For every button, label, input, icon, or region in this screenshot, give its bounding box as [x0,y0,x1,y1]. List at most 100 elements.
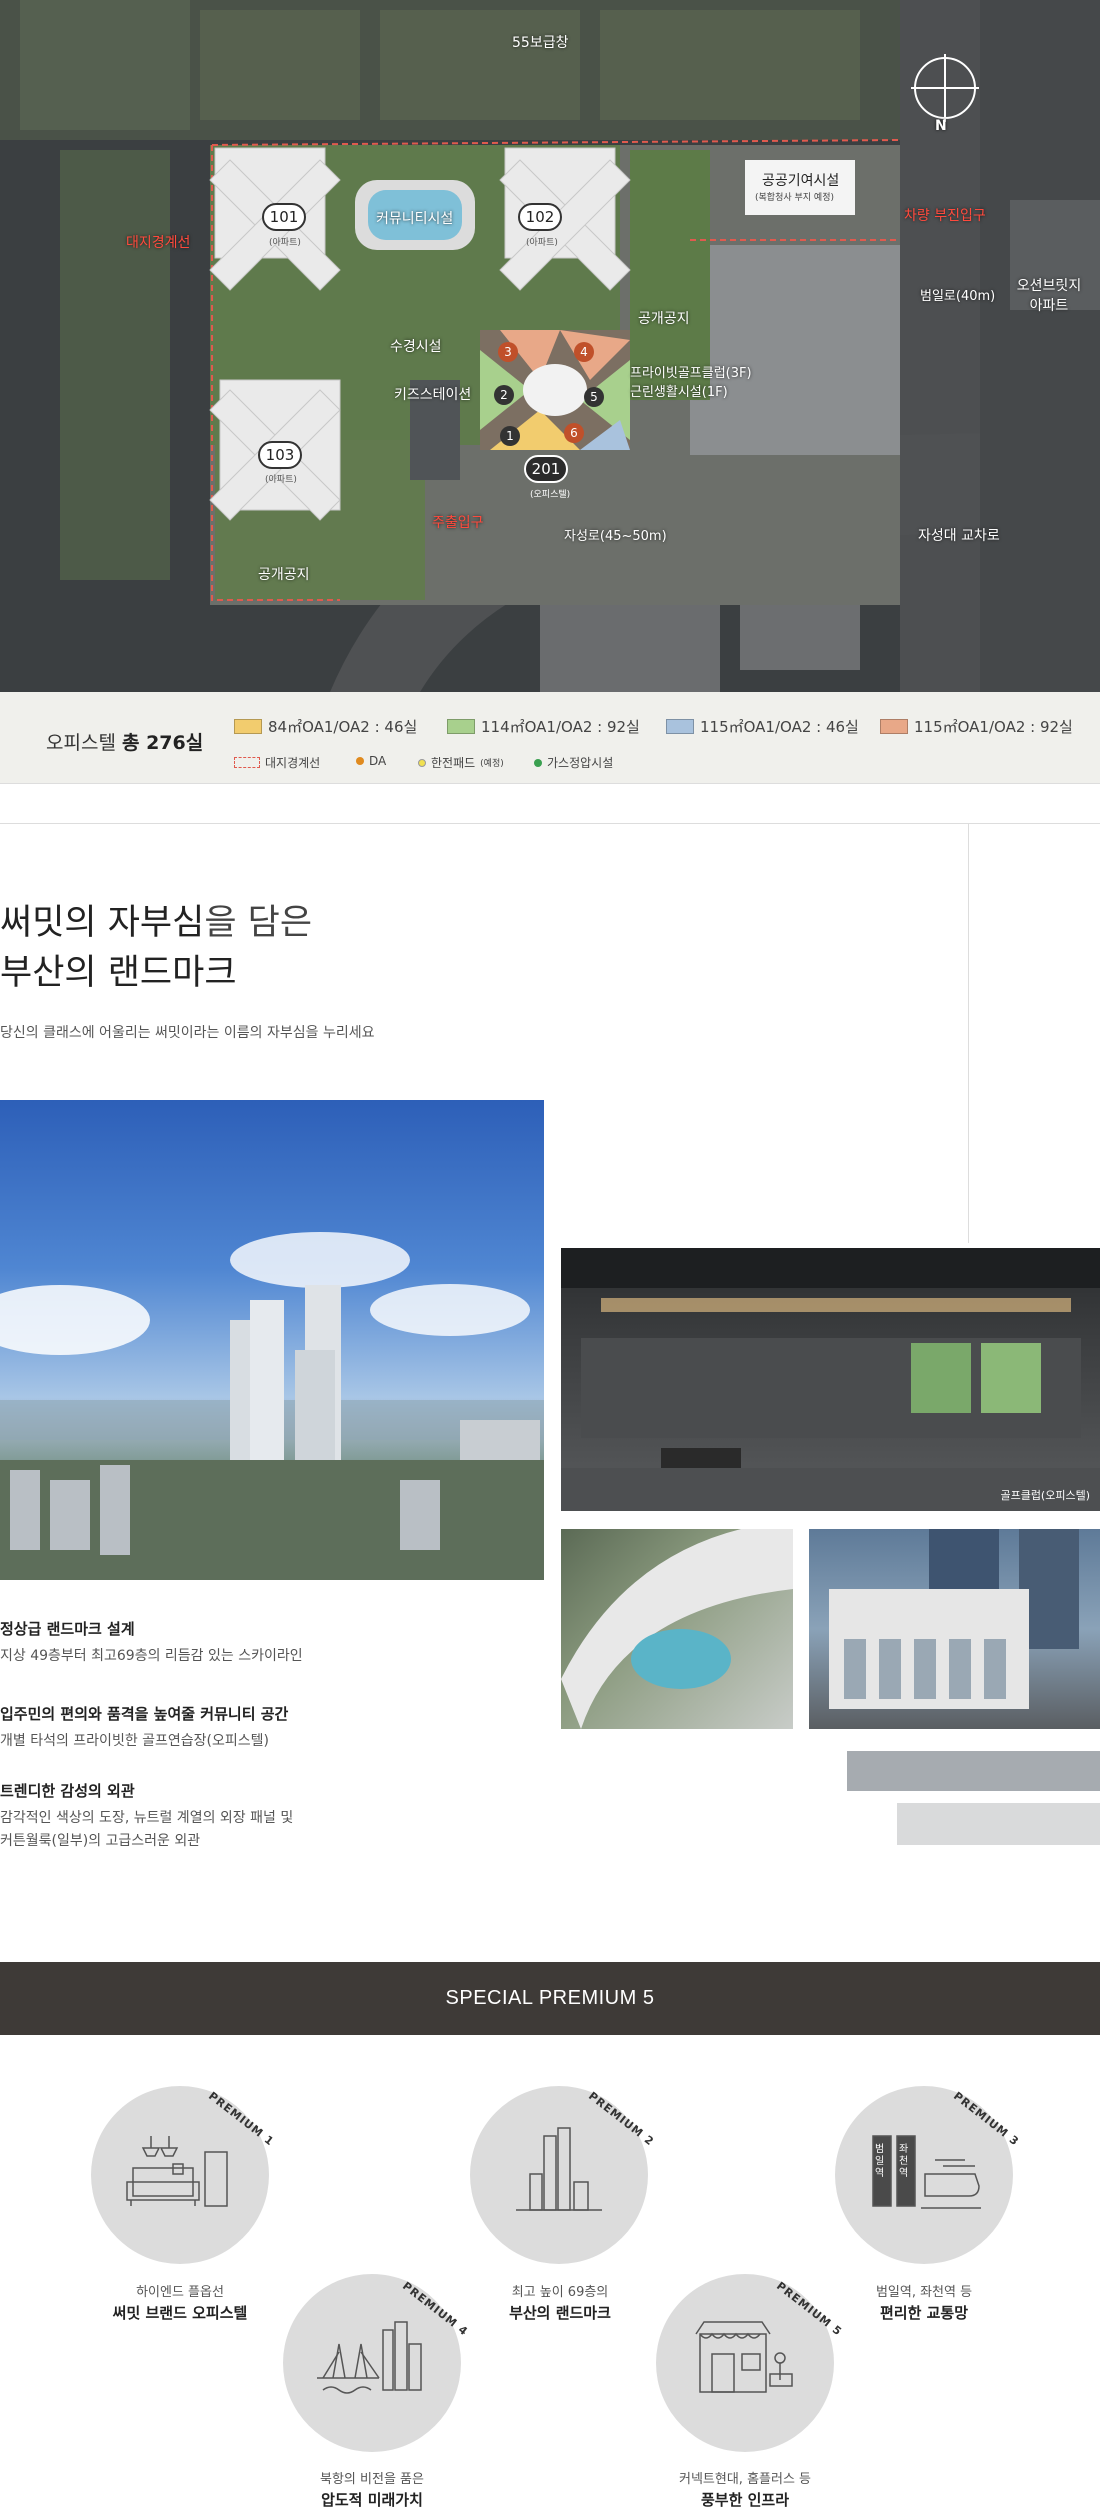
legend-da: DA [356,754,386,768]
community-label: 커뮤니티시설 [376,211,454,227]
public-facility-sub: (복합청사 부지 예정) [755,193,834,203]
officetel-total-prefix: 오피스텔 [46,732,116,754]
premium-5-line1: 커넥트현대, 홈플러스 등 [679,2472,811,2487]
golf-club-drawing [561,1248,1100,1511]
feature-3-desc-2: 커튼월룩(일부)의 고급스러운 외관 [0,1833,201,1849]
courtyard-pool-image [561,1529,793,1729]
headline-rest: 을 담은 [204,903,313,943]
legend-type-label: 115㎡OA1/OA2 : 92실 [914,718,1073,736]
swatch-orange [880,719,908,734]
unit-number-5: 5 [584,387,604,407]
reserve-label: 55보급창 [512,35,569,51]
legend-mark-label: 한전패드 [431,756,476,770]
feature-2-title: 입주민의 편의와 품격을 높여줄 커뮤니티 공간 [0,1705,289,1723]
feature-2-desc: 개별 타석의 프라이빗한 골프연습장(오피스텔) [0,1733,269,1749]
feature-1-desc: 지상 49층부터 최고69층의 리듬감 있는 스카이라인 [0,1648,303,1664]
site-plan-legend: 오피스텔 총 276실 84㎡OA1/OA2 : 46실 114㎡OA1/OA2… [0,692,1100,784]
kids-station-label: 키즈스테이션 [394,387,472,403]
feature-3-desc-1: 감각적인 색상의 도장, 뉴트럴 계열의 외장 패널 및 [0,1810,294,1826]
apartment-label: 오션브릿지 아파트 [1016,278,1082,314]
decor-bar-light [897,1803,1100,1845]
landmark-render-image [0,1100,544,1580]
premium-3-line2: 편리한 교통망 [879,2304,969,2322]
public-facility-label: 공공기여시설 [762,173,840,189]
vehicle-entrance-label: 차량 부진입구 [904,208,986,224]
intersection-label: 자성대 교차로 [918,528,1000,544]
swatch-green [447,719,475,734]
exterior-image [809,1529,1100,1729]
legend-type-84: 84㎡OA1/OA2 : 46실 [234,716,417,737]
golf-club-caption: 골프클럽(오피스텔) [1000,1489,1090,1502]
building-102-label: 102 [518,203,562,231]
building-201-label: 201 [524,455,568,483]
officetel-total-count: 총 276실 [121,732,204,754]
waterscape-label: 수경시설 [390,339,442,355]
swatch-blue [666,719,694,734]
courtyard-pool-drawing [561,1529,793,1729]
legend-type-115-a: 115㎡OA1/OA2 : 46실 [666,716,859,737]
building-103-sub: (아파트) [265,475,297,485]
feature-3-title: 트렌디한 감성의 외관 [0,1782,135,1800]
exterior-drawing [829,1529,1079,1709]
boundary-swatch [234,757,260,768]
north-indicator: N [935,118,947,134]
building-201-sub: (오피스텔) [530,490,571,500]
station-label-1: 범일역 [875,2144,885,2179]
intro-subtitle: 당신의 클래스에 어울리는 써밋이라는 이름의 자부심을 누리세요 [0,1025,375,1041]
building-101-label: 101 [262,203,306,231]
legend-type-114: 114㎡OA1/OA2 : 92실 [447,716,640,737]
da-dot-icon [356,757,364,765]
premium-2-line1: 최고 높이 69층의 [511,2285,609,2300]
boundary-label: 대지경계선 [126,235,191,251]
officetel-total: 오피스텔 총 276실 [46,728,203,755]
unit-number-6: 6 [564,423,584,443]
unit-number-1: 1 [500,426,520,446]
jaseong-ro-label: 자성로(45~50m) [564,529,667,544]
premium-4-line2: 압도적 미래가치 [321,2491,423,2509]
building-103-label: 103 [258,441,302,469]
premium-2-line2: 부산의 랜드마크 [509,2304,611,2322]
unit-number-4: 4 [574,342,594,362]
public-space-label-2: 공개공지 [258,567,310,583]
building-101-sub: (아파트) [269,238,301,248]
decor-bar-dark [847,1751,1100,1791]
premium-3-line1: 범일역, 좌천역 등 [875,2285,973,2300]
intro-headline: 써밋의 자부심을 담은 부산의 랜드마크 [0,898,312,998]
legend-type-label: 84㎡OA1/OA2 : 46실 [268,718,418,736]
legend-type-label: 114㎡OA1/OA2 : 92실 [481,718,640,736]
main-entrance-label: 주출입구 [432,515,484,531]
retail-label: 근린생활시설(1F) [630,385,728,400]
kepco-dot-icon [418,758,426,767]
golf-club-label: 프라이빗골프클럽(3F) [630,366,752,381]
legend-type-115-b: 115㎡OA1/OA2 : 92실 [880,716,1073,737]
unit-number-3: 3 [498,342,518,362]
gas-dot-icon [534,758,542,767]
legend-gas: 가스정압시설 [534,754,613,771]
section-divider [0,823,1100,824]
premium-1-line1: 하이엔드 플옵선 [136,2285,224,2300]
special-premium-header: SPECIAL PREMIUM 5 [0,1962,1100,2035]
golf-club-image: 골프클럽(오피스텔) [561,1248,1100,1511]
beomil-ro-label: 범일로(40m) [920,289,996,304]
landmark-render-drawing [0,1232,544,1580]
headline-line-2: 부산의 랜드마크 [0,953,237,993]
premium-4-line1: 북항의 비전을 품은 [320,2472,424,2487]
legend-mark-label: 가스정압시설 [547,756,614,770]
legend-mark-label: 대지경계선 [265,756,321,770]
site-plan-drawing [0,0,1100,692]
building-102-sub: (아파트) [526,238,558,248]
headline-bold: 써밋의 자부심 [0,903,205,943]
public-space-label: 공개공지 [638,311,690,327]
site-plan-map: 55보급창 대지경계선 커뮤니티시설 101 (아파트) 102 (아파트) 1… [0,0,1100,692]
premium-1-line2: 써밋 브랜드 오피스텔 [112,2304,248,2322]
vertical-divider [968,823,969,1243]
station-label-2: 좌천역 [899,2144,909,2179]
premium-5-line2: 풍부한 인프라 [700,2491,790,2509]
swatch-yellow [234,719,262,734]
feature-1-title: 정상급 랜드마크 설계 [0,1620,135,1638]
legend-boundary: 대지경계선 [234,754,320,771]
legend-kepco-pad: 한전패드 (예정) [418,754,504,771]
unit-number-2: 2 [494,385,514,405]
legend-mark-label: DA [369,754,387,768]
legend-type-label: 115㎡OA1/OA2 : 46실 [700,718,859,736]
